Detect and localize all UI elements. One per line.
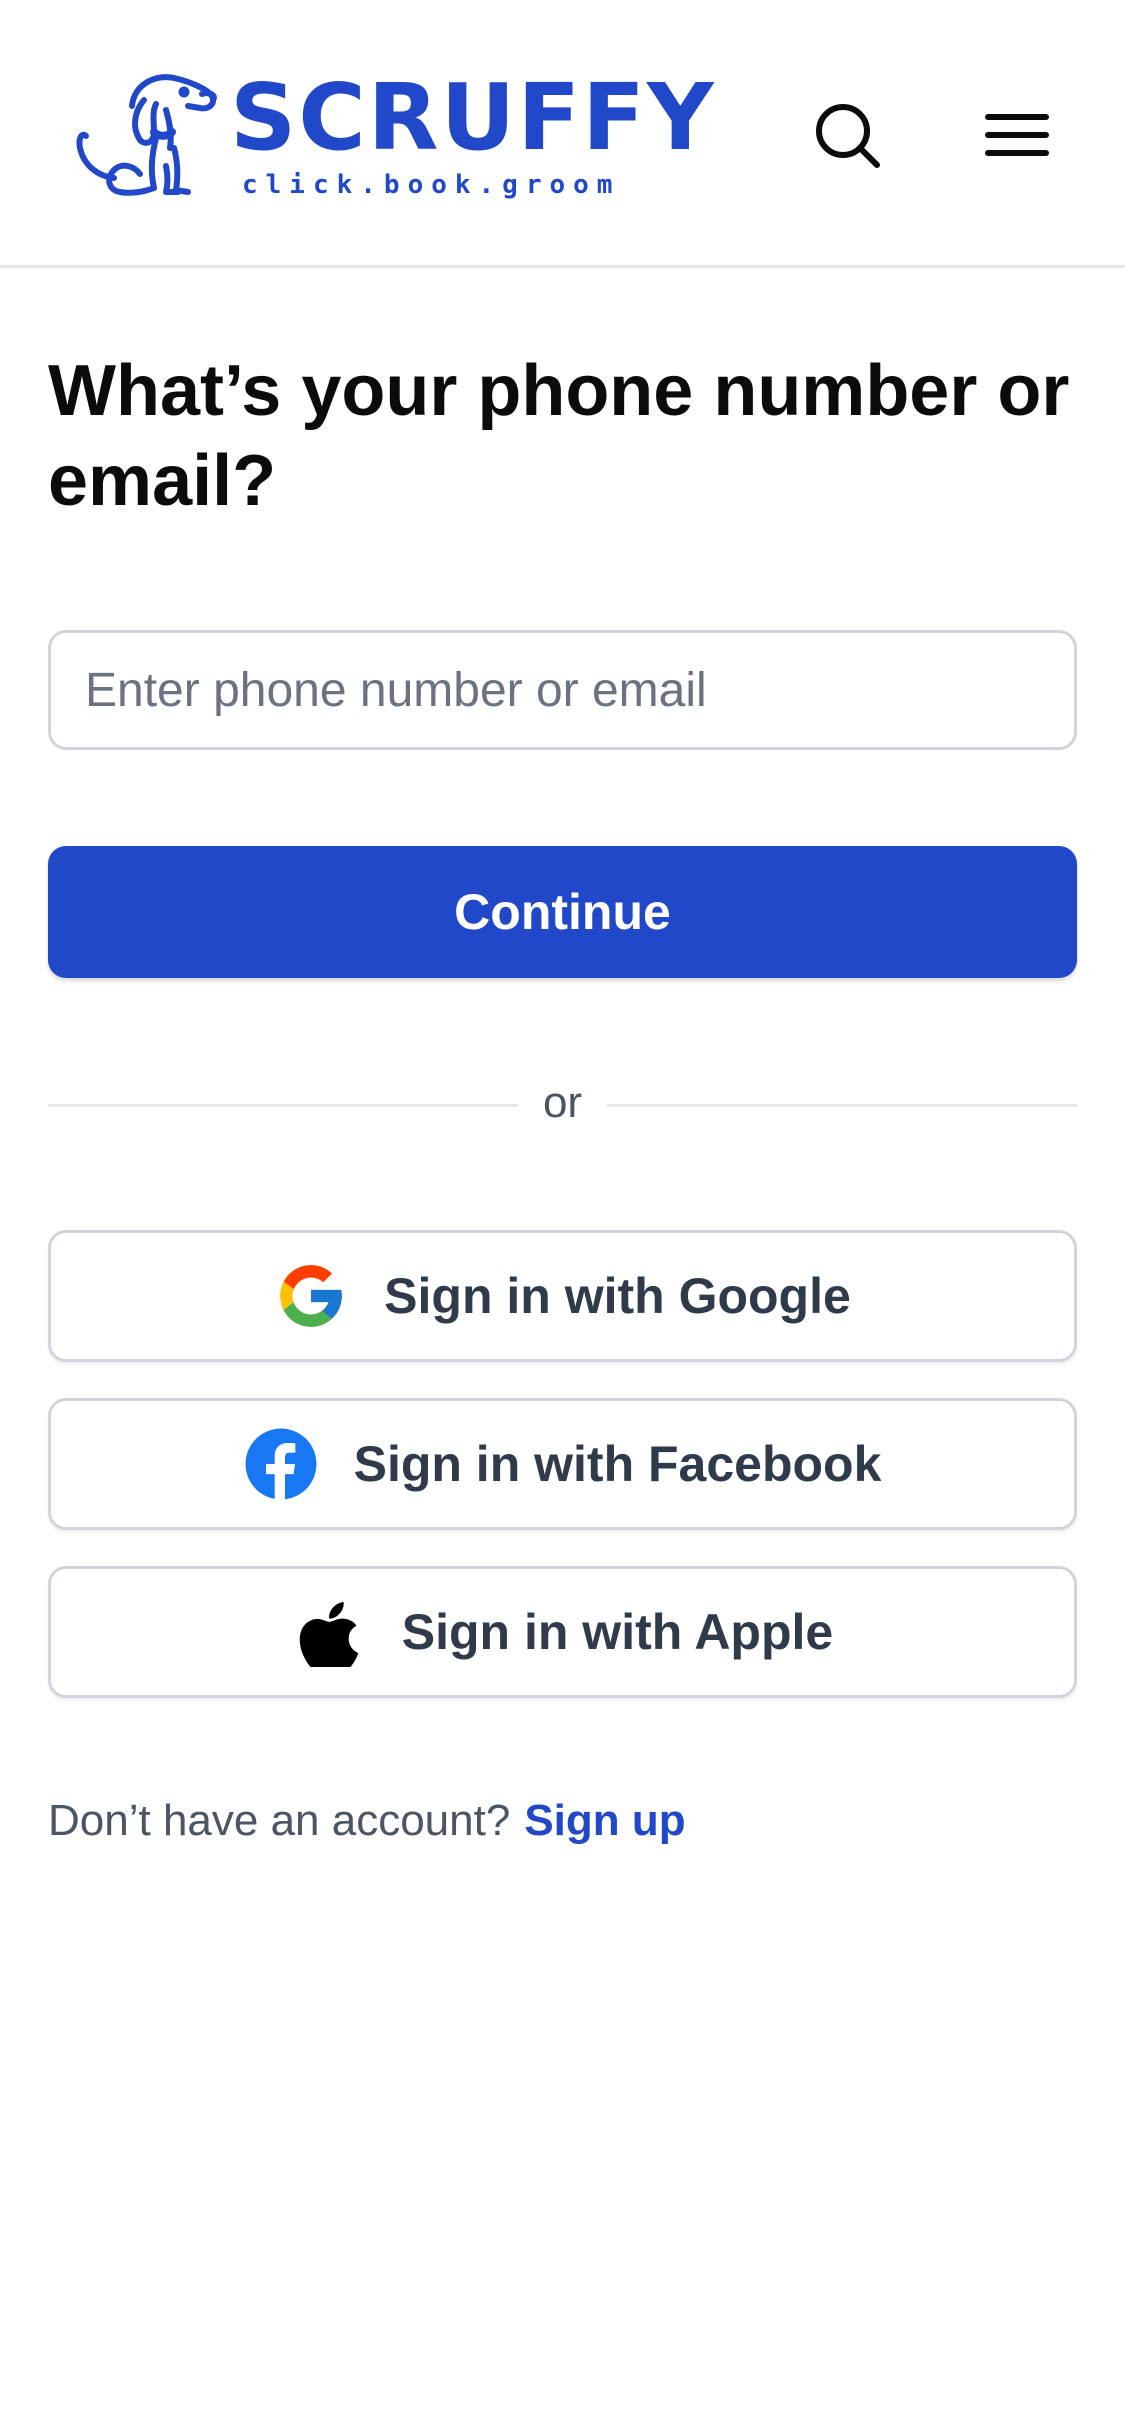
menu-button[interactable] (977, 96, 1057, 176)
apple-icon (292, 1595, 366, 1669)
facebook-icon (244, 1427, 318, 1501)
apple-signin-label: Sign in with Apple (401, 1604, 834, 1660)
app-header: SCRUFFY click.book.groom (0, 0, 1125, 268)
dog-mascot-icon (76, 74, 217, 196)
google-signin-label: Sign in with Google (384, 1268, 851, 1324)
divider-line-right (607, 1104, 1077, 1107)
continue-button[interactable]: Continue (48, 846, 1077, 978)
search-icon (816, 104, 880, 168)
signup-prompt-text: Don’t have an account? (48, 1796, 511, 1845)
facebook-signin-button[interactable]: Sign in with Facebook (48, 1398, 1077, 1530)
scruffy-logo[interactable]: SCRUFFY click.book.groom (70, 66, 714, 202)
hamburger-menu-icon (985, 114, 1049, 156)
identifier-field-container (48, 630, 1077, 750)
facebook-signin-label: Sign in with Facebook (353, 1436, 882, 1492)
signup-link[interactable]: Sign up (524, 1796, 685, 1845)
apple-signin-button[interactable]: Sign in with Apple (48, 1566, 1077, 1698)
search-button[interactable] (808, 96, 888, 176)
signup-prompt-row: Don’t have an account? Sign up (48, 1796, 686, 1846)
logo-wordmark: SCRUFFY (230, 64, 716, 171)
or-divider: or (48, 1074, 1077, 1134)
divider-text: or (542, 1078, 583, 1127)
logo-tagline: click.book.groom (242, 170, 621, 200)
google-icon (274, 1259, 348, 1333)
phone-or-email-input[interactable] (48, 630, 1077, 750)
google-signin-button[interactable]: Sign in with Google (48, 1230, 1077, 1362)
page-title: What’s your phone number or email? (48, 351, 1070, 521)
